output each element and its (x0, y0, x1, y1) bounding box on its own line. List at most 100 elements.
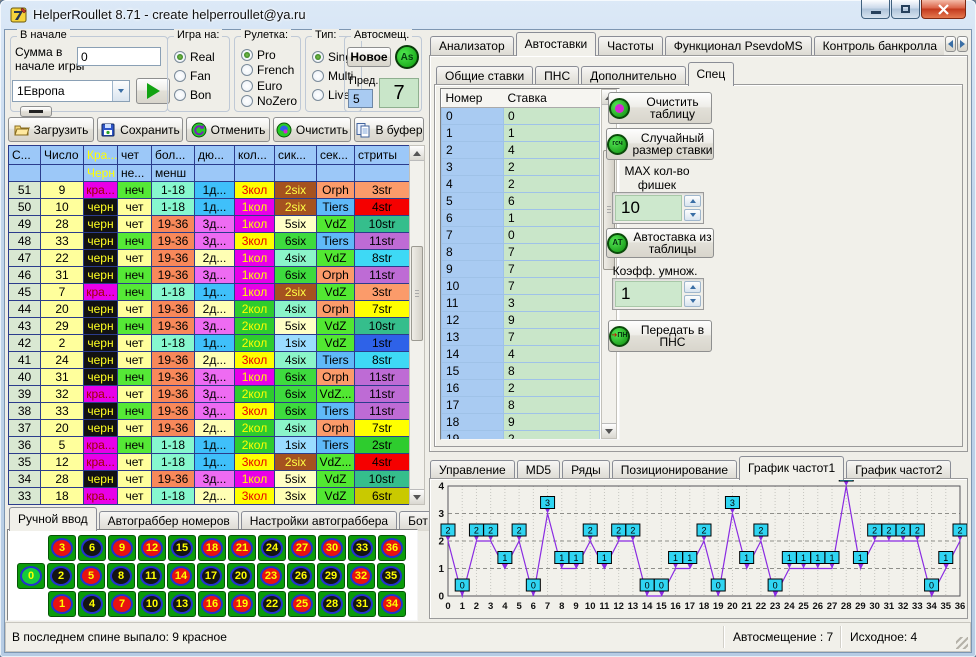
main-tab-4[interactable]: Контроль банкролла (814, 36, 944, 56)
main-tab-2[interactable]: Частоты (598, 36, 663, 56)
spins-cell[interactable]: черн (84, 471, 118, 488)
spins-header[interactable]: С... (9, 146, 41, 165)
spins-cell[interactable]: 28 (41, 471, 84, 488)
spins-cell[interactable]: 50 (9, 199, 41, 216)
spins-cell[interactable]: 1кол (235, 471, 275, 488)
spins-cell[interactable]: VdZ (317, 471, 355, 488)
collapse-button[interactable] (20, 106, 52, 117)
spins-cell[interactable]: Orph (317, 182, 355, 199)
pad-number-25[interactable]: 25 (288, 591, 316, 617)
spins-cell[interactable]: 32 (41, 386, 84, 403)
spins-cell[interactable]: 37 (9, 420, 41, 437)
bet-stake-cell[interactable]: 1 (504, 209, 600, 226)
spins-cell[interactable]: черн (84, 403, 118, 420)
bet-stake-cell[interactable]: 6 (504, 192, 600, 209)
load-button[interactable]: Загрузить (8, 117, 94, 142)
spins-cell[interactable]: 1д... (195, 437, 235, 454)
random-bet-size-button[interactable]: гсч Случайный размер ставки (606, 128, 714, 160)
spins-cell[interactable]: черн (84, 267, 118, 284)
spins-cell[interactable]: 1кол (235, 284, 275, 301)
spins-cell[interactable]: черн (84, 369, 118, 386)
spins-cell[interactable]: 3six (275, 488, 317, 505)
spins-cell[interactable]: 3д... (195, 318, 235, 335)
spins-header[interactable] (195, 165, 235, 182)
bet-number-cell[interactable]: 17 (442, 396, 504, 413)
bet-stake-cell[interactable]: 3 (504, 294, 600, 311)
pad-number-7[interactable]: 7 (108, 591, 136, 617)
bet-stake-cell[interactable]: 7 (504, 328, 600, 345)
spins-cell[interactable]: 2six (275, 284, 317, 301)
spins-cell[interactable]: 3кол (235, 454, 275, 471)
spins-cell[interactable]: 34 (9, 471, 41, 488)
pad-number-35[interactable]: 35 (377, 563, 405, 589)
minimize-button[interactable] (861, 0, 890, 19)
spins-cell[interactable]: 11str (355, 267, 410, 284)
close-button[interactable] (921, 0, 966, 19)
bet-stake-cell[interactable]: 2 (504, 430, 600, 440)
spins-cell[interactable]: 2д... (195, 301, 235, 318)
spins-cell[interactable]: VdZ (317, 488, 355, 505)
spins-header[interactable] (235, 165, 275, 182)
spins-cell[interactable]: черн (84, 233, 118, 250)
spins-cell[interactable]: 7str (355, 420, 410, 437)
spins-header[interactable]: сик... (275, 146, 317, 165)
bet-tab-3[interactable]: Спец (688, 62, 735, 86)
spins-cell[interactable]: 1д... (195, 284, 235, 301)
spins-header[interactable] (9, 165, 41, 182)
spins-cell[interactable]: кра... (84, 182, 118, 199)
bet-stake-cell[interactable]: 2 (504, 379, 600, 396)
bet-number-cell[interactable]: 11 (442, 294, 504, 311)
spins-cell[interactable]: 1str (355, 335, 410, 352)
spins-cell[interactable]: 3кол (235, 233, 275, 250)
spins-cell[interactable]: 36 (9, 437, 41, 454)
spins-cell[interactable]: неч (118, 233, 152, 250)
spins-cell[interactable]: чет (118, 250, 152, 267)
bet-number-cell[interactable]: 16 (442, 379, 504, 396)
pad-number-13[interactable]: 13 (168, 591, 196, 617)
pad-number-22[interactable]: 22 (258, 591, 286, 617)
pad-number-0[interactable]: 0 (17, 563, 45, 589)
bet-stake-cell[interactable]: 4 (504, 141, 600, 158)
copy-to-clipboard-button[interactable]: В буфер (354, 117, 424, 142)
spins-cell[interactable]: 2д... (195, 488, 235, 505)
spins-cell[interactable]: чет (118, 420, 152, 437)
spins-cell[interactable]: 3кол (235, 352, 275, 369)
spins-cell[interactable]: 41 (9, 352, 41, 369)
pad-number-9[interactable]: 9 (108, 535, 136, 561)
spins-cell[interactable]: 3д... (195, 233, 235, 250)
spins-cell[interactable]: 6six (275, 267, 317, 284)
spins-cell[interactable]: 3д... (195, 403, 235, 420)
spins-cell[interactable]: 3д... (195, 369, 235, 386)
spins-cell[interactable]: 19-36 (152, 301, 195, 318)
spins-cell[interactable]: 1д... (195, 182, 235, 199)
pad-number-18[interactable]: 18 (198, 535, 226, 561)
spins-cell[interactable]: 19-36 (152, 420, 195, 437)
spins-cell[interactable]: чет (118, 216, 152, 233)
undo-button[interactable]: Отменить (186, 117, 270, 142)
pad-number-15[interactable]: 15 (168, 535, 196, 561)
spins-cell[interactable]: Orph (317, 301, 355, 318)
pad-number-27[interactable]: 27 (288, 535, 316, 561)
spins-cell[interactable]: 2str (355, 437, 410, 454)
bet-stake-cell[interactable]: 2 (504, 175, 600, 192)
pad-number-30[interactable]: 30 (318, 535, 346, 561)
pad-number-2[interactable]: 2 (47, 563, 75, 589)
spins-cell[interactable]: черн (84, 335, 118, 352)
spins-cell[interactable]: 3str (355, 182, 410, 199)
graph-tab-2[interactable]: Ряды (562, 460, 610, 480)
bet-stake-cell[interactable]: 0 (504, 107, 600, 124)
bet-number-cell[interactable]: 2 (442, 141, 504, 158)
spins-cell[interactable]: 4six (275, 420, 317, 437)
spins-cell[interactable]: 31 (41, 369, 84, 386)
bet-number-cell[interactable]: 18 (442, 413, 504, 430)
spins-cell[interactable]: 3д... (195, 267, 235, 284)
spins-cell[interactable]: кра... (84, 437, 118, 454)
radio-option-Fan[interactable]: Fan (174, 69, 227, 83)
bet-tab-0[interactable]: Общие ставки (436, 66, 533, 86)
spins-cell[interactable]: VdZ... (317, 454, 355, 471)
spins-header[interactable] (275, 165, 317, 182)
pad-number-11[interactable]: 11 (137, 563, 165, 589)
start-game-button[interactable] (136, 78, 170, 104)
pad-number-31[interactable]: 31 (348, 591, 376, 617)
spins-cell[interactable]: черн (84, 301, 118, 318)
